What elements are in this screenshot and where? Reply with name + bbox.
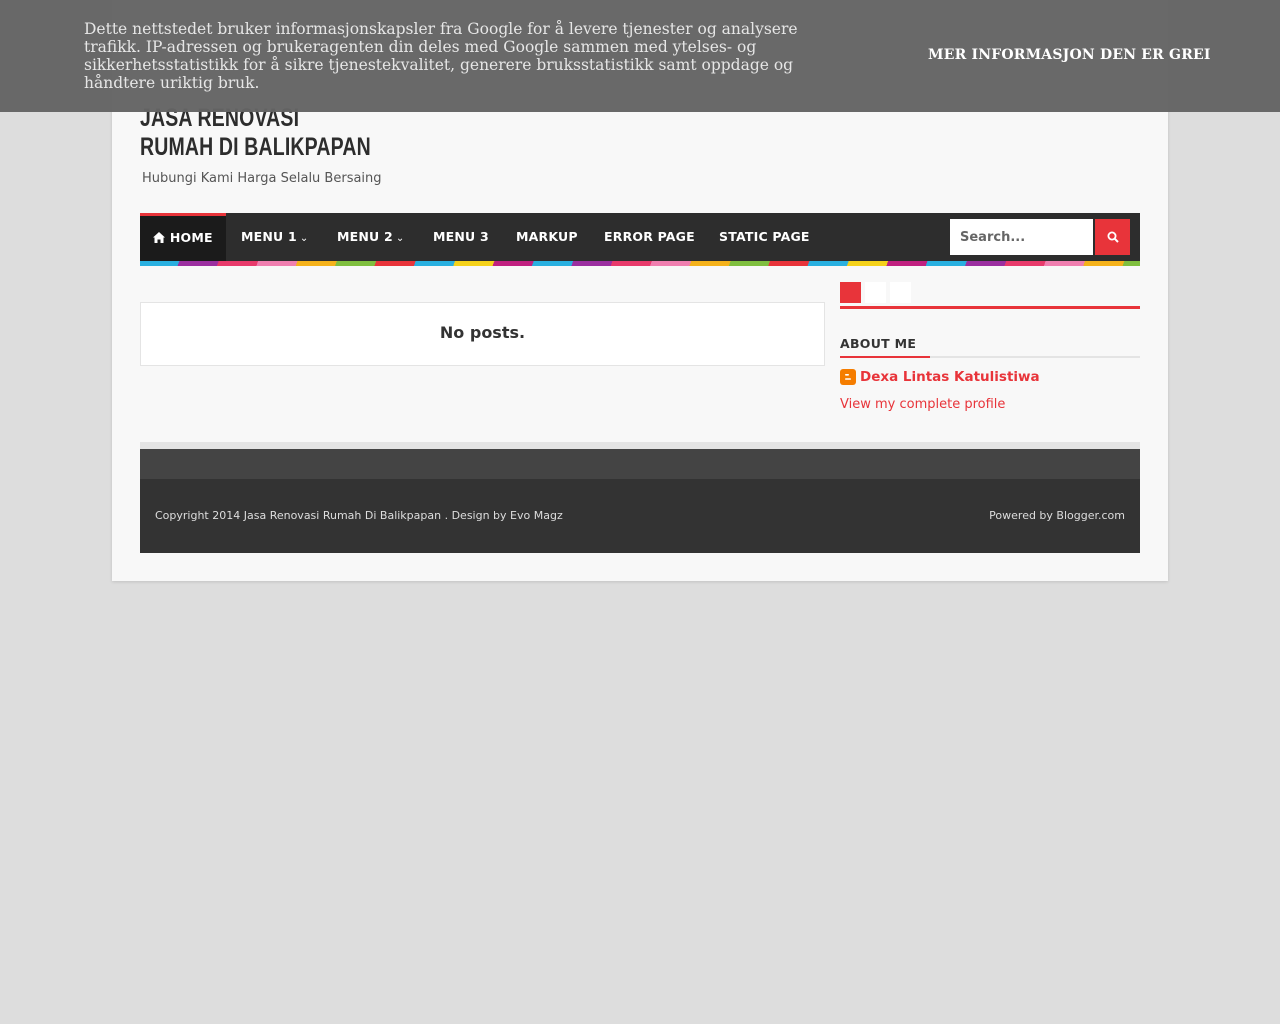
no-posts-message: No posts. (140, 302, 825, 366)
nav-item-home[interactable]: HOME (140, 213, 226, 261)
nav-item-label: MENU 3 (433, 229, 489, 244)
blogger-icon (840, 369, 856, 385)
nav-item-label: MENU 2 (337, 229, 393, 244)
nav-item-menu-2[interactable]: MENU 2 ⌄ (337, 213, 404, 261)
search-button[interactable] (1095, 219, 1130, 255)
footer-widget-area (140, 449, 1140, 479)
accept-cookies-button[interactable]: DEN ER GREI (1100, 47, 1211, 63)
site-title[interactable]: JASA RENOVASI RUMAH DI BALIKPAPAN (140, 104, 374, 162)
nav-item-label: ERROR PAGE (604, 229, 695, 244)
nav-item-markup[interactable]: MARKUP (516, 213, 578, 261)
nav-item-menu-3[interactable]: MENU 3 (433, 213, 489, 261)
nav-item-static-page[interactable]: STATIC PAGE (719, 213, 810, 261)
nav-item-label: MENU 1 (241, 229, 297, 244)
nav-item-label: STATIC PAGE (719, 229, 810, 244)
chevron-down-icon: ⌄ (395, 233, 405, 244)
sidebar-tabs (840, 282, 1140, 310)
rainbow-stripe-divider (140, 261, 1140, 266)
search-icon (1107, 228, 1119, 247)
more-info-button[interactable]: MER INFORMASJON (928, 47, 1095, 63)
chevron-down-icon: ⌄ (299, 233, 309, 244)
footer-divider (140, 442, 1140, 449)
sidebar-tab-2[interactable] (865, 282, 886, 303)
home-icon (153, 230, 170, 245)
profile-name-link[interactable]: Dexa Lintas Katulistiwa (860, 369, 1040, 385)
footer: Copyright 2014 Jasa Renovasi Rumah Di Ba… (140, 479, 1140, 553)
powered-by-link[interactable]: Powered by Blogger.com (989, 509, 1125, 522)
cookie-consent-bar: Dette nettstedet bruker informasjonskaps… (0, 0, 1280, 112)
view-profile-link[interactable]: View my complete profile (840, 397, 1005, 412)
nav-item-label: HOME (169, 230, 213, 245)
heading-divider-accent (840, 356, 930, 358)
copyright-text: Copyright 2014 Jasa Renovasi Rumah Di Ba… (155, 509, 563, 522)
tabs-underline (840, 306, 1140, 309)
main-nav: HOME MENU 1 ⌄ MENU 2 ⌄ MENU 3 MARKUP ERROR… (140, 213, 1140, 261)
sidebar-tab-1[interactable] (840, 282, 861, 303)
nav-item-error-page[interactable]: ERROR PAGE (604, 213, 695, 261)
nav-item-menu-1[interactable]: MENU 1 ⌄ (241, 213, 308, 261)
about-me-heading: ABOUT ME (840, 336, 917, 351)
nav-item-label: MARKUP (516, 229, 578, 244)
sidebar-tab-3[interactable] (890, 282, 911, 303)
search-input[interactable] (950, 219, 1093, 255)
cookie-notice-text: Dette nettstedet bruker informasjonskaps… (84, 20, 798, 92)
site-description: Hubungi Kami Harga Selalu Bersaing (142, 171, 382, 186)
